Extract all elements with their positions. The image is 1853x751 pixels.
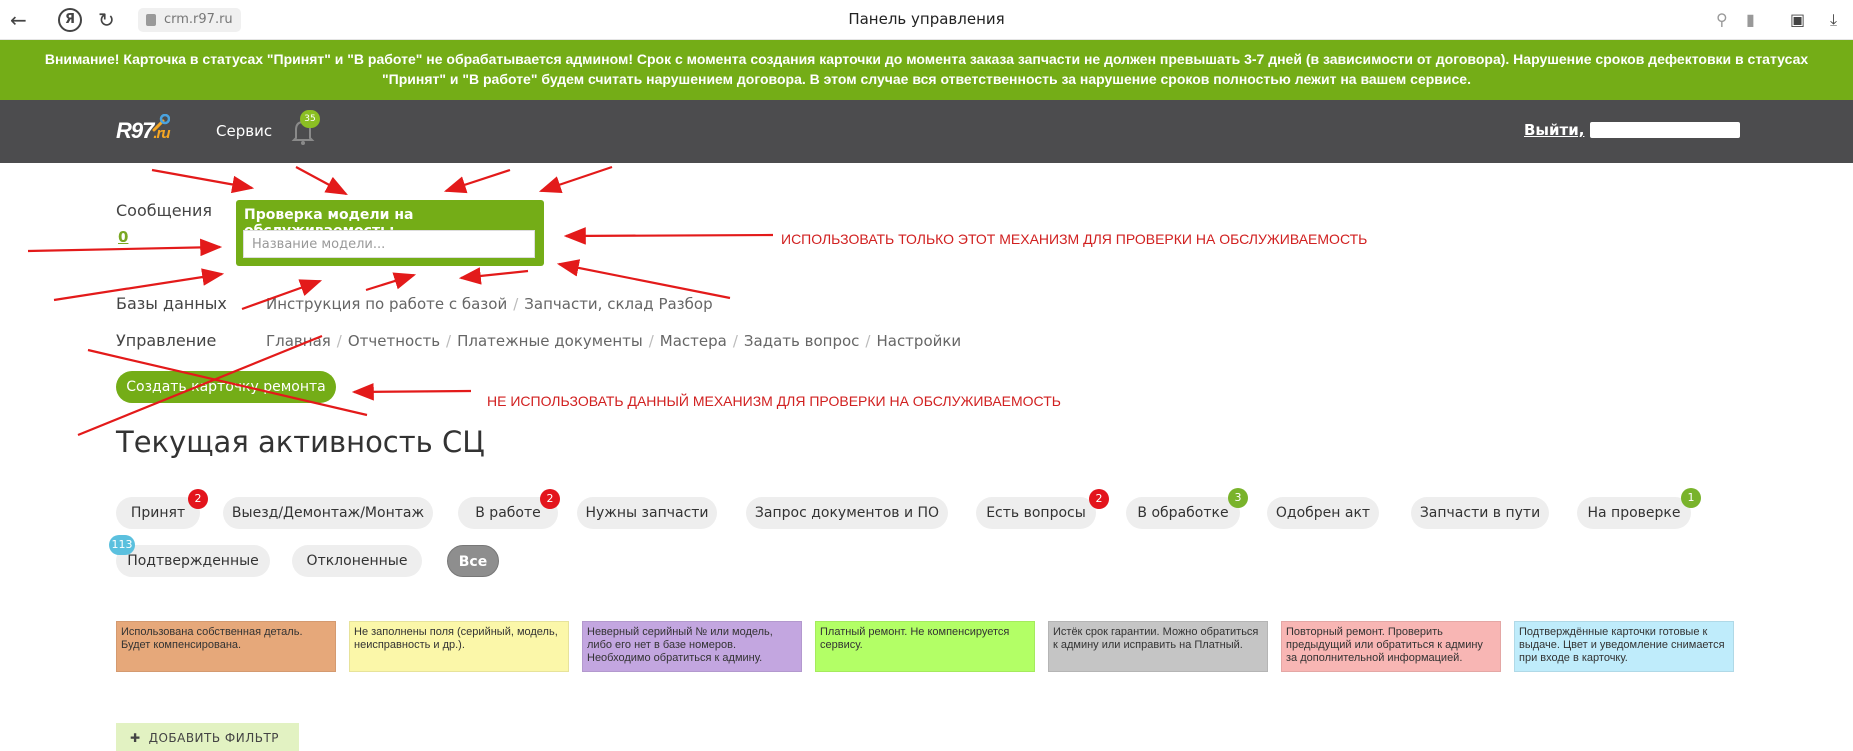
legend-missing-fields: Не заполнены поля (серийный, модель, неи… (349, 621, 569, 672)
annotation-use-only: ИСПОЛЬЗОВАТЬ ТОЛЬКО ЭТОТ МЕХАНИЗМ ДЛЯ ПР… (781, 231, 1368, 247)
service-menu[interactable]: Сервис (216, 122, 272, 140)
databases-links: Инструкция по работе с базой / Запчасти, с… (266, 295, 713, 313)
status-badge: 1 (1681, 488, 1701, 508)
link-home[interactable]: Главная (266, 332, 331, 350)
logo-main: R97 (116, 118, 154, 143)
warning-line-2: "Принят" и "В работе" будем считать нару… (382, 71, 1471, 87)
app-header: R97.ru Сервис 35 Выйти, (0, 100, 1853, 163)
status-chip-act-approved[interactable]: Одобрен акт (1267, 497, 1379, 529)
link-parts-warehouse[interactable]: Запчасти, склад Разбор (524, 295, 712, 313)
search-icon[interactable]: ⚲ (1716, 10, 1728, 29)
link-payment-docs[interactable]: Платежные документы (457, 332, 643, 350)
link-ask-question[interactable]: Задать вопрос (744, 332, 860, 350)
management-label: Управление (116, 331, 217, 350)
status-chip-label: На проверке (1587, 505, 1681, 521)
databases-label: Базы данных (116, 294, 227, 313)
legend-wrong-serial: Неверный серийный № или модель, либо его… (582, 621, 802, 672)
notifications-badge: 35 (300, 110, 320, 128)
status-chip-all[interactable]: Все (447, 545, 499, 577)
status-chip-label: В обработке (1137, 505, 1229, 521)
page-title-bar: Панель управления (848, 10, 1005, 28)
status-chip-questions[interactable]: Есть вопросы (976, 497, 1096, 529)
username-redacted (1590, 122, 1740, 138)
link-reports[interactable]: Отчетность (348, 332, 440, 350)
status-chip-processing[interactable]: В обработке (1126, 497, 1240, 529)
logout-link[interactable]: Выйти, (1524, 121, 1584, 139)
legend-repeat-repair: Повторный ремонт. Проверить предыдущий и… (1281, 621, 1501, 672)
model-search-input[interactable] (243, 230, 535, 258)
status-chip-on-review[interactable]: На проверке (1577, 497, 1691, 529)
wrench-icon (152, 114, 170, 132)
add-filter-button[interactable]: ✚ ДОБАВИТЬ ФИЛЬТР (116, 723, 299, 751)
status-chip-label: Запчасти в пути (1419, 505, 1541, 521)
plus-icon: ✚ (130, 731, 141, 745)
activity-heading: Текущая активность СЦ (116, 425, 485, 459)
status-chip-label: Запрос документов и ПО (754, 505, 940, 521)
status-chip-parts-needed[interactable]: Нужны запчасти (577, 497, 717, 529)
status-chip-label: В работе (475, 505, 541, 521)
legend-paid-repair: Платный ремонт. Не компенсируется сервис… (815, 621, 1035, 672)
status-chip-rejected[interactable]: Отклоненные (292, 545, 422, 577)
warning-line-1: Внимание! Карточка в статусах "Принят" и… (44, 51, 1809, 67)
download-icon[interactable]: ⤓ (1830, 10, 1837, 30)
create-repair-card-button[interactable]: Создать карточку ремонта (116, 371, 336, 403)
status-chip-docs-request[interactable]: Запрос документов и ПО (746, 497, 948, 529)
status-badge: 3 (1228, 488, 1248, 508)
status-chip-label: Нужны запчасти (585, 505, 709, 521)
warning-banner: Внимание! Карточка в статусах "Принят" и… (0, 40, 1853, 100)
status-chip-accepted[interactable]: Принят (116, 497, 200, 529)
legend-own-part: Использована собственная деталь. Будет к… (116, 621, 336, 672)
browser-toolbar: ← Я ↻ crm.r97.ru Панель управления ⚲ ▮ ▣… (0, 0, 1853, 40)
status-chip-label: Отклоненные (306, 553, 408, 569)
status-chip-label: Все (458, 554, 488, 570)
tabs-icon[interactable]: ▣ (1790, 10, 1805, 29)
messages-label: Сообщения (116, 201, 213, 220)
status-chip-confirmed[interactable]: Подтвержденные (116, 545, 270, 577)
status-chip-label: Выезд/Демонтаж/Монтаж (231, 505, 425, 521)
link-instruction[interactable]: Инструкция по работе с базой (266, 295, 507, 313)
annotation-do-not-use: НЕ ИСПОЛЬЗОВАТЬ ДАННЫЙ МЕХАНИЗМ ДЛЯ ПРОВ… (487, 393, 1061, 409)
status-chip-label: Есть вопросы (986, 505, 1086, 521)
status-badge: 2 (540, 489, 560, 509)
status-badge: 113 (109, 535, 135, 555)
status-badge: 2 (1089, 489, 1109, 509)
status-chip-parts-shipping[interactable]: Запчасти в пути (1411, 497, 1549, 529)
status-chip-label: Принят (130, 505, 186, 521)
link-masters[interactable]: Мастера (660, 332, 727, 350)
add-filter-label: ДОБАВИТЬ ФИЛЬТР (148, 731, 280, 745)
legend-confirmed-ready: Подтверждённые карточки готовые к выдаче… (1514, 621, 1734, 672)
status-chip-label: Одобрен акт (1275, 505, 1371, 521)
bookmark-icon[interactable]: ▮ (1746, 10, 1755, 29)
model-check-panel: Проверка модели на обслуживаемость: (236, 200, 544, 266)
status-badge: 2 (188, 489, 208, 509)
management-links: Главная / Отчетность / Платежные документы / М… (266, 332, 962, 350)
status-chip-label: Подтвержденные (127, 553, 259, 569)
link-settings[interactable]: Настройки (876, 332, 961, 350)
legend-warranty-expired: Истёк срок гарантии. Можно обратиться к … (1048, 621, 1268, 672)
status-chip-onsite[interactable]: Выезд/Демонтаж/Монтаж (223, 497, 433, 529)
messages-count-link[interactable]: 0 (118, 228, 128, 246)
